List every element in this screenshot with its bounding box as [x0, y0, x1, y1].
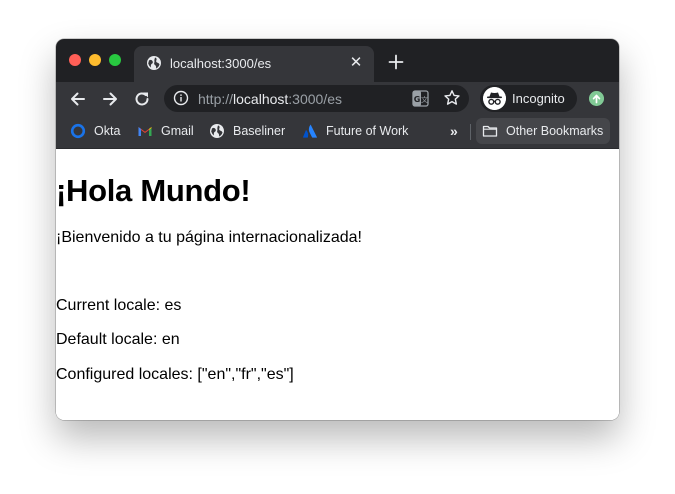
url-scheme: http:// [198, 91, 234, 107]
star-icon[interactable] [443, 89, 461, 107]
browser-window: localhost:3000/es ✕ http://localhost:300… [56, 39, 619, 420]
toolbar: http://localhost:3000/es G 文 Incognito [56, 82, 619, 115]
tab-strip: localhost:3000/es ✕ [56, 39, 619, 82]
reload-icon[interactable] [132, 89, 152, 109]
globe-icon [147, 56, 161, 70]
page-content: ¡Hola Mundo! ¡Bienvenido a tu página int… [56, 149, 619, 420]
svg-text:G: G [414, 95, 421, 104]
globe-icon [210, 124, 224, 138]
update-icon[interactable] [589, 91, 604, 106]
window-close-button[interactable] [69, 54, 81, 66]
forward-arrow-icon[interactable] [100, 89, 120, 109]
okta-icon [70, 123, 86, 139]
welcome-text: ¡Bienvenido a tu página internacionaliza… [56, 229, 362, 246]
incognito-profile-button[interactable]: Incognito [480, 85, 577, 112]
gmail-icon [138, 127, 152, 136]
window-minimize-button[interactable] [89, 54, 101, 66]
back-arrow-icon[interactable] [68, 89, 88, 109]
tab-title: localhost:3000/es [170, 56, 272, 71]
default-locale-text: Default locale: en [56, 331, 180, 348]
bookmark-label: Okta [94, 124, 121, 138]
bookmarks-overflow-button[interactable]: » [450, 122, 464, 140]
other-bookmarks-button[interactable]: Other Bookmarks [476, 118, 610, 144]
configured-locales-text: Configured locales: ["en","fr","es"] [56, 366, 294, 383]
bookmark-label: Baseliner [233, 124, 286, 138]
bookmark-label: Future of Work [326, 124, 409, 138]
folder-icon [482, 125, 498, 137]
address-bar[interactable]: http://localhost:3000/es G 文 [164, 85, 469, 112]
svg-text:文: 文 [421, 95, 428, 104]
tab-active[interactable]: localhost:3000/es ✕ [134, 46, 374, 82]
bookmarks-divider [470, 124, 471, 140]
page-heading: ¡Hola Mundo! [56, 173, 251, 208]
other-bookmarks-label: Other Bookmarks [506, 124, 604, 138]
translate-icon[interactable]: G 文 [412, 90, 429, 107]
incognito-label: Incognito [512, 91, 565, 106]
url-host: localhost [233, 91, 289, 107]
incognito-icon [483, 87, 506, 110]
window-maximize-button[interactable] [109, 54, 121, 66]
new-tab-button[interactable] [386, 52, 406, 72]
url-port-path: :3000/es [288, 91, 343, 107]
url-text[interactable]: http://localhost:3000/es [198, 91, 342, 107]
current-locale-text: Current locale: es [56, 297, 182, 314]
bookmark-label: Gmail [161, 124, 194, 138]
info-icon[interactable] [173, 90, 189, 106]
bookmarks-bar: Okta Gmail Baseliner Future of Work » Ot… [56, 115, 619, 149]
atlassian-icon [303, 124, 317, 138]
tab-close-button[interactable]: ✕ [347, 54, 365, 72]
